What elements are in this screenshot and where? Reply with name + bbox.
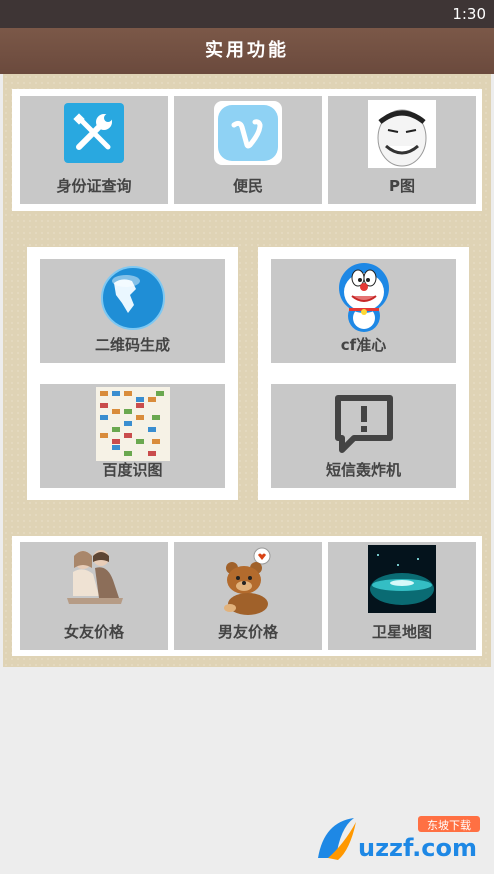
tile-cf-crosshair[interactable]: cf准心 (271, 259, 456, 363)
watermark-tag: 东坡下载 (427, 819, 471, 832)
tile-label: 女友价格 (63, 623, 124, 641)
tile-convenience[interactable]: 便民 (174, 96, 322, 204)
tile-label: 百度识图 (102, 461, 163, 479)
tile-label: 男友价格 (217, 623, 278, 641)
couple-icon (67, 550, 123, 604)
tile-label: 二维码生成 (94, 336, 170, 354)
tile-label: 卫星地图 (371, 623, 432, 641)
image-grid-icon (95, 387, 170, 461)
status-bar: 1:30 (0, 0, 494, 28)
tile-label: 便民 (232, 177, 263, 195)
globe-icon (100, 266, 165, 330)
tile-boyfriend-price[interactable]: 男友价格 (174, 542, 322, 650)
tools-icon (64, 103, 124, 163)
page-title: 实用功能 (0, 28, 494, 74)
tile-label: cf准心 (340, 336, 387, 354)
panel-row-1: 身份证查询 便民 P图 (12, 89, 482, 211)
uzzf-logo: 东坡下载 uzzf.com (318, 816, 480, 862)
alert-chat-icon (334, 395, 393, 453)
tile-satellite-map[interactable]: 卫星地图 (328, 542, 476, 650)
tile-photo-edit[interactable]: P图 (328, 96, 476, 204)
panel-row-2-left: 二维码生成 百度识图 (27, 247, 238, 500)
meme-face-icon (368, 100, 436, 168)
tile-label: 短信轰炸机 (325, 461, 401, 479)
tile-image-search[interactable]: 百度识图 (40, 384, 225, 488)
earth-icon (368, 545, 436, 613)
status-time: 1:30 (452, 5, 486, 23)
tile-label: 身份证查询 (56, 177, 132, 195)
tile-qrcode[interactable]: 二维码生成 (40, 259, 225, 363)
tile-girlfriend-price[interactable]: 女友价格 (20, 542, 168, 650)
panel-row-2-right: cf准心 短信轰炸机 (258, 247, 469, 500)
bear-icon (224, 547, 271, 615)
watermark-brand: uzzf.com (358, 834, 477, 862)
panel-row-3: 女友价格 男友价格 卫星地图 (12, 536, 482, 656)
doraemon-icon (338, 263, 389, 332)
vimeo-icon (214, 101, 282, 165)
tile-id-query[interactable]: 身份证查询 (20, 96, 168, 204)
tile-sms-bomber[interactable]: 短信轰炸机 (271, 384, 456, 488)
tile-label: P图 (389, 177, 415, 195)
